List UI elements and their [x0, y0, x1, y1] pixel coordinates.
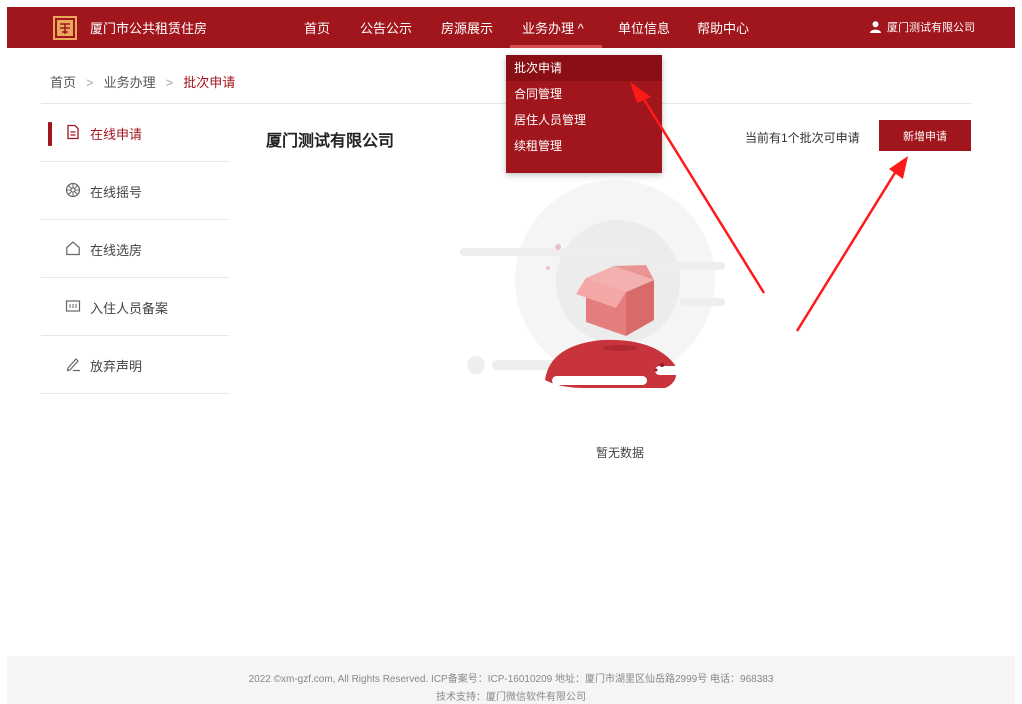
sidebar-item-label: 入住人员备案	[90, 301, 169, 316]
active-indicator	[48, 122, 52, 146]
sidebar-item-label: 在线申请	[90, 127, 143, 142]
breadcrumb-current: 批次申请	[183, 75, 236, 90]
breadcrumb-separator: >	[86, 75, 94, 90]
house-icon	[66, 241, 80, 256]
nav-active-underline	[510, 45, 602, 48]
business-dropdown-menu: 批次申请 合同管理 居住人员管理 续租管理	[506, 55, 662, 173]
sidebar-item-online-lottery[interactable]: 在线摇号	[41, 162, 229, 220]
lottery-wheel-icon	[65, 182, 81, 198]
nav-announcements[interactable]: 公告公示	[360, 18, 412, 37]
arrow-to-add-button	[795, 167, 900, 332]
user-icon	[870, 21, 881, 33]
empty-state-illustration	[460, 180, 725, 388]
footer-copyright: 2022 ©xm-gzf.com, All Rights Reserved. I…	[248, 674, 774, 685]
nav-home[interactable]: 首页	[304, 18, 330, 37]
dropdown-item-batch-apply[interactable]: 批次申请	[506, 55, 662, 81]
sidebar-item-online-select-house[interactable]: 在线选房	[41, 220, 229, 278]
footer: 2022 ©xm-gzf.com, All Rights Reserved. I…	[7, 656, 1015, 704]
empty-state-text: 暂无数据	[596, 446, 645, 460]
breadcrumb: 首页 > 业务办理 > 批次申请	[50, 72, 235, 91]
breadcrumb-separator: >	[165, 75, 174, 90]
user-name: 厦门测试有限公司	[887, 22, 975, 34]
dropdown-item-contracts[interactable]: 合同管理	[506, 81, 662, 107]
sidebar-item-resident-filing[interactable]: 入住人员备案	[41, 278, 229, 336]
dropdown-item-residents[interactable]: 居住人员管理	[506, 107, 662, 133]
arrowhead-icon	[889, 156, 908, 179]
nav-help[interactable]: 帮助中心	[697, 18, 749, 37]
nav-business[interactable]: 业务办理 ^	[522, 18, 584, 37]
add-application-button[interactable]: 新增申请	[879, 120, 971, 151]
document-icon	[67, 124, 79, 140]
sidebar-item-label: 在线选房	[90, 243, 143, 258]
id-card-icon	[65, 300, 81, 312]
sidebar-item-label: 放弃声明	[90, 359, 143, 374]
dropdown-item-renewal[interactable]: 续租管理	[506, 133, 662, 159]
pen-icon	[66, 358, 80, 372]
company-name: 厦门测试有限公司	[266, 133, 395, 150]
sidebar: 在线申请 在线摇号 在线选房 入住人员备案 放弃声明	[41, 104, 229, 394]
logo-icon[interactable]	[53, 16, 77, 40]
breadcrumb-business[interactable]: 业务办理	[104, 75, 156, 90]
breadcrumb-home[interactable]: 首页	[50, 75, 76, 90]
site-title[interactable]: 厦门市公共租赁住房	[90, 18, 207, 37]
sidebar-item-online-apply[interactable]: 在线申请	[41, 104, 229, 162]
nav-housing[interactable]: 房源展示	[441, 18, 493, 37]
top-nav-bar: 厦门市公共租赁住房 首页 公告公示 房源展示 业务办理 ^ 单位信息 帮助中心 …	[7, 7, 1015, 48]
sidebar-item-waiver[interactable]: 放弃声明	[41, 336, 229, 394]
user-menu[interactable]: 厦门测试有限公司	[870, 19, 975, 35]
sidebar-item-label: 在线摇号	[90, 185, 143, 200]
batch-quota-text: 当前有1个批次可申请	[745, 131, 860, 145]
nav-unit-info[interactable]: 单位信息	[618, 18, 670, 37]
footer-tech-support: 技术支持：厦门微信软件有限公司	[436, 692, 586, 703]
